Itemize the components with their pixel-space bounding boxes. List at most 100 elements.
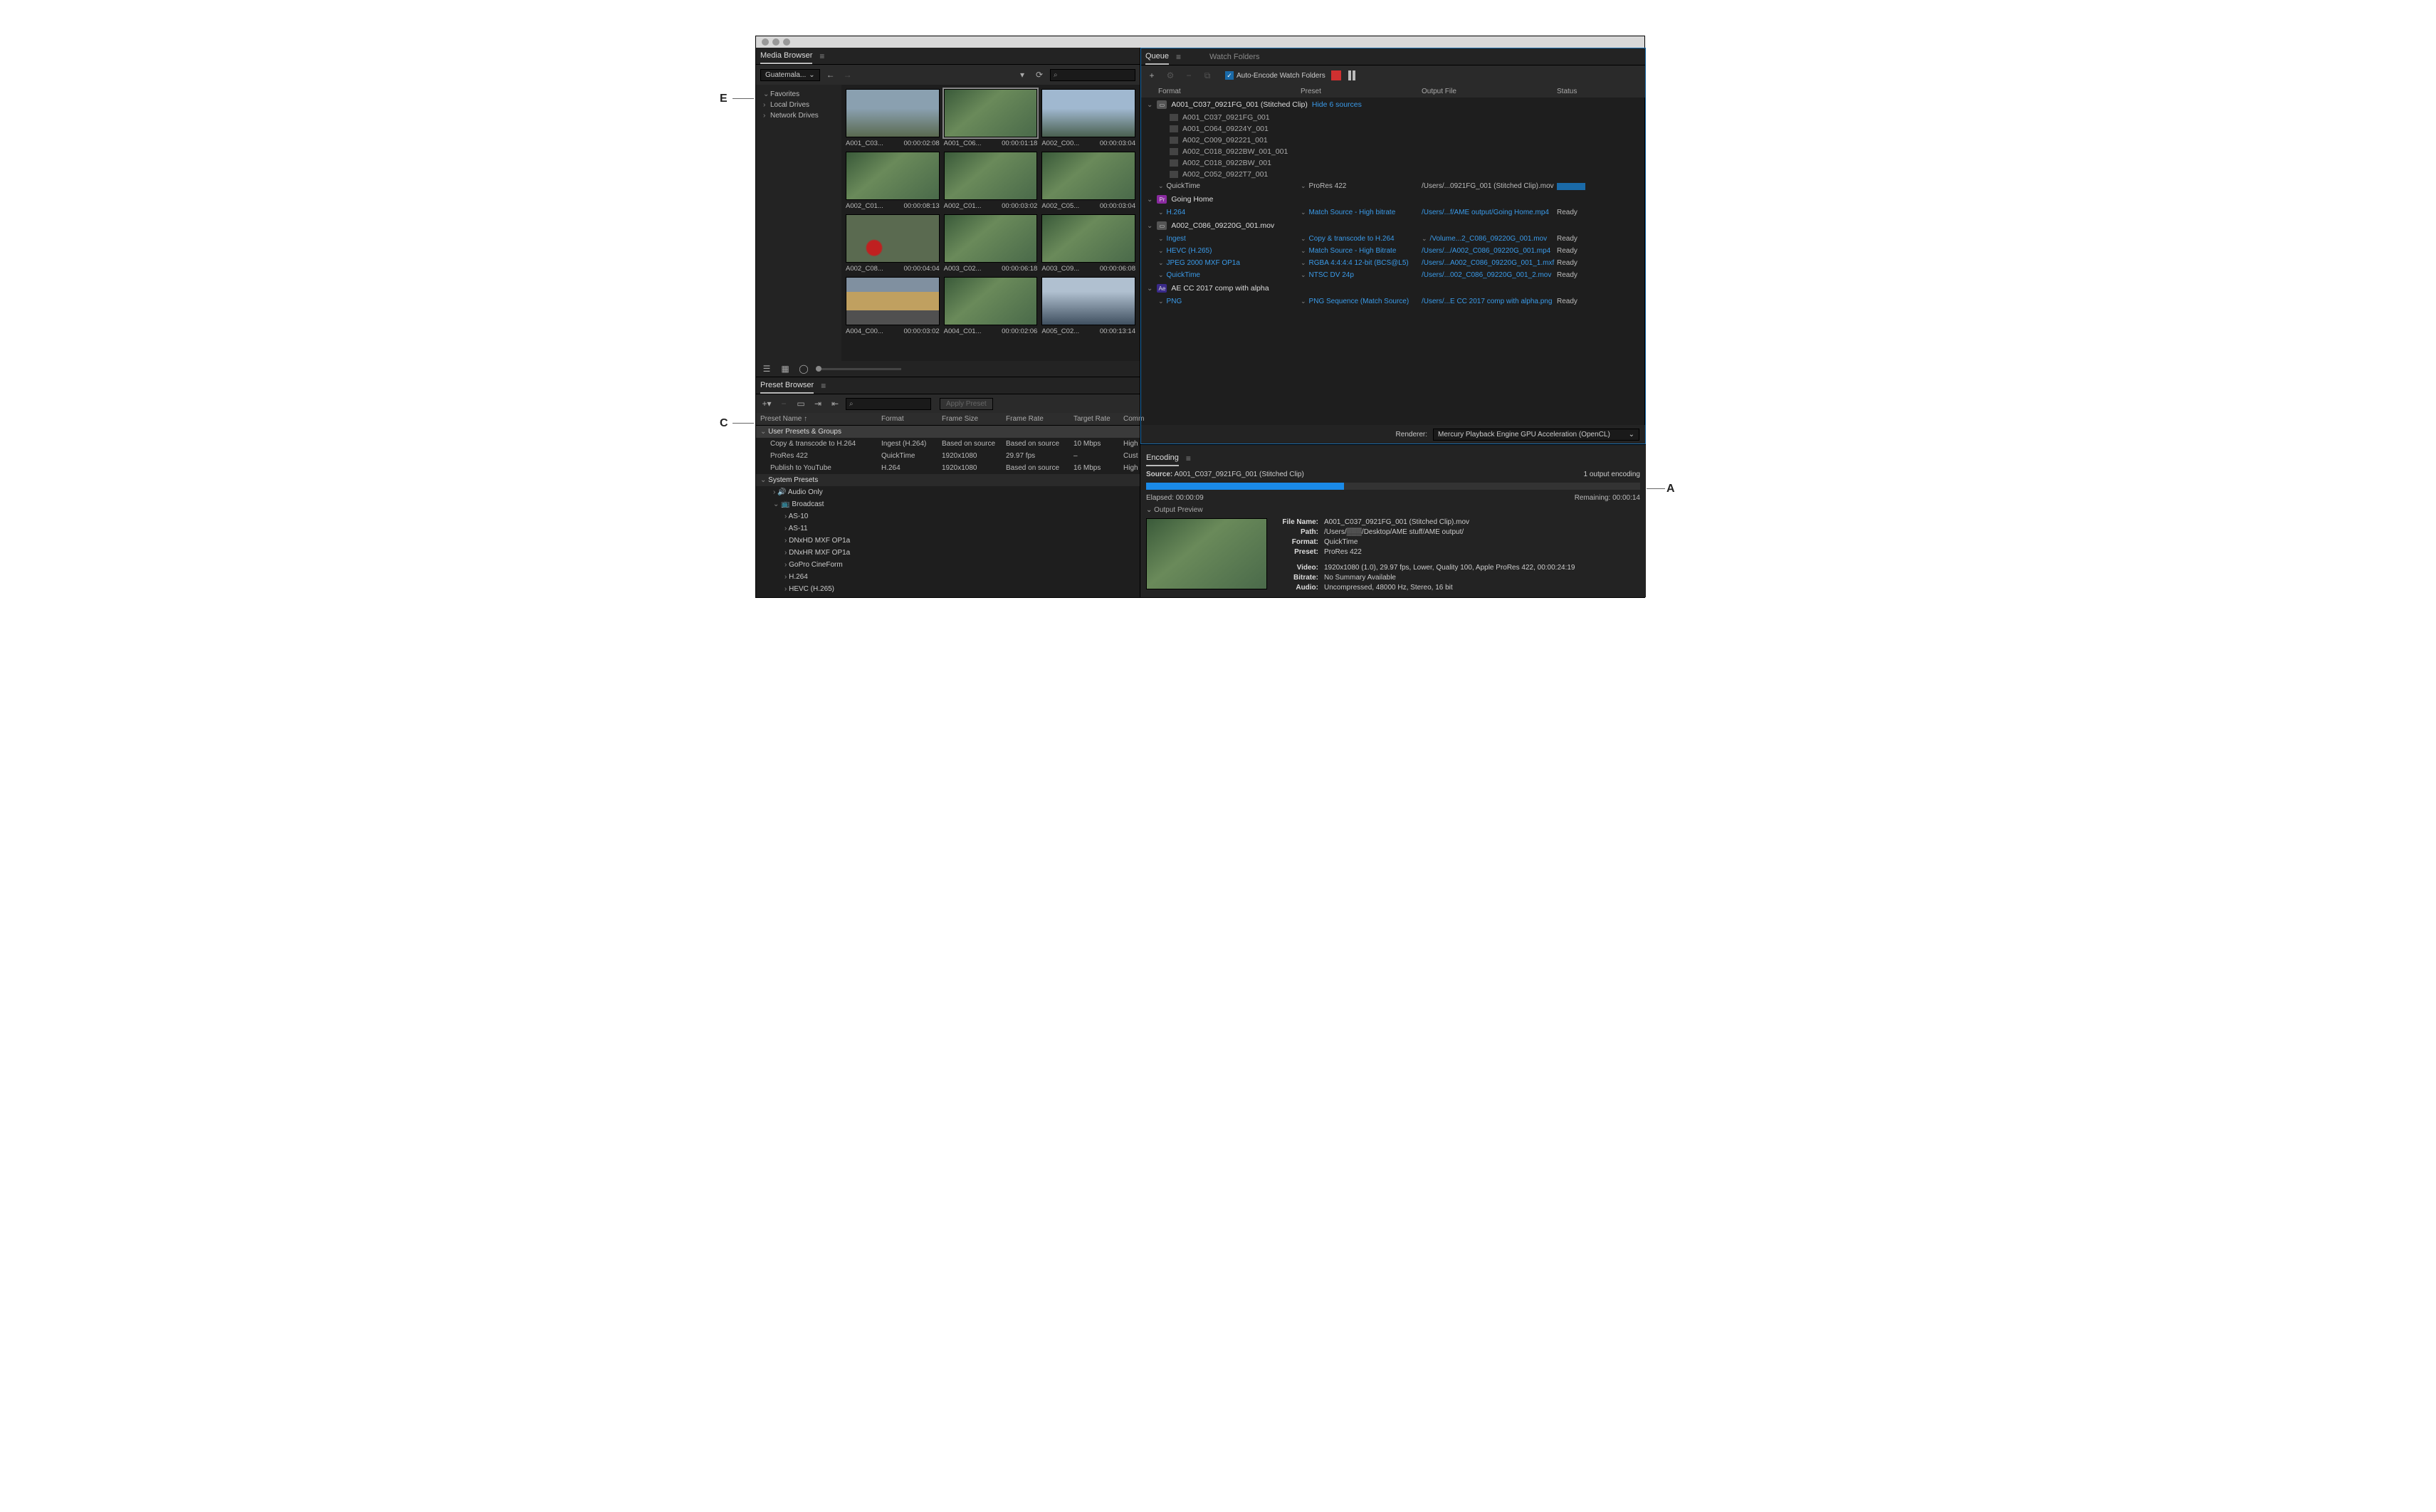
export-preset-icon[interactable]: ⇤ — [829, 397, 841, 410]
path-dropdown[interactable]: Guatemala...⌄ — [760, 69, 820, 81]
row-preset[interactable]: ⌄PNG Sequence (Match Source) — [1301, 298, 1422, 305]
row-format[interactable]: ⌄QuickTime — [1158, 182, 1301, 190]
nav-back-icon[interactable]: ← — [824, 68, 837, 81]
media-clip[interactable]: A001_C06...00:00:01:18 — [944, 89, 1038, 147]
row-preset[interactable]: ⌄NTSC DV 24p — [1301, 271, 1422, 279]
renderer-dropdown[interactable]: Mercury Playback Engine GPU Acceleration… — [1433, 429, 1639, 441]
tree-local-drives[interactable]: Local Drives — [759, 100, 839, 110]
media-clip[interactable]: A004_C01...00:00:02:06 — [944, 277, 1038, 335]
queue-row[interactable]: ⌄H.264 ⌄Match Source - High bitrate /Use… — [1141, 206, 1645, 219]
preset-category[interactable]: 📺 Broadcast — [756, 498, 1140, 510]
media-browser-tab[interactable]: Media Browser — [760, 48, 812, 64]
zoom-reset-icon[interactable]: ◯ — [797, 362, 810, 375]
media-clip[interactable]: A002_C01...00:00:08:13 — [846, 152, 940, 210]
row-output[interactable]: /Users/.../A002_C086_09220G_001.mp4 — [1422, 247, 1557, 255]
media-clip[interactable]: A001_C03...00:00:02:08 — [846, 89, 940, 147]
pause-queue-button[interactable] — [1347, 70, 1357, 80]
row-output[interactable]: /Users/...E CC 2017 comp with alpha.png — [1422, 298, 1557, 305]
minimize-icon[interactable] — [772, 38, 779, 46]
preset-browser-tab[interactable]: Preset Browser — [760, 378, 814, 394]
queue-group[interactable]: ⌄AeAE CC 2017 comp with alpha — [1141, 281, 1645, 295]
media-clip[interactable]: A004_C00...00:00:03:02 — [846, 277, 940, 335]
media-clip[interactable]: A002_C05...00:00:03:04 — [1041, 152, 1135, 210]
watch-folders-tab[interactable]: Watch Folders — [1209, 50, 1260, 64]
row-format[interactable]: ⌄HEVC (H.265) — [1158, 247, 1301, 255]
media-clip[interactable]: A002_C00...00:00:03:04 — [1041, 89, 1135, 147]
preset-row[interactable]: Publish to YouTubeH.2641920x1080Based on… — [756, 462, 1140, 474]
col-format[interactable]: Format — [881, 415, 942, 423]
row-format[interactable]: ⌄JPEG 2000 MXF OP1a — [1158, 259, 1301, 267]
row-output[interactable]: /Users/...0921FG_001 (Stitched Clip).mov — [1422, 182, 1557, 190]
preset-category[interactable]: 🔊 Audio Only — [756, 486, 1140, 498]
col-size[interactable]: Frame Size — [942, 415, 1006, 423]
row-format[interactable]: ⌄Ingest — [1158, 235, 1301, 243]
preset-subcategory[interactable]: GoPro CineForm — [756, 559, 1140, 571]
queue-row[interactable]: ⌄Ingest ⌄Copy & transcode to H.264 ⌄/Vol… — [1141, 233, 1645, 245]
filter-icon[interactable]: ▾ — [1016, 68, 1029, 81]
preset-subcategory[interactable]: AS-11 — [756, 523, 1140, 535]
encoding-tab[interactable]: Encoding — [1146, 451, 1179, 466]
new-preset-icon[interactable]: +▾ — [760, 397, 773, 410]
zoom-icon[interactable] — [783, 38, 790, 46]
col-name[interactable]: Preset Name ↑ — [760, 415, 881, 423]
preset-row[interactable]: ProRes 422QuickTime1920x108029.97 fps–Cu… — [756, 450, 1140, 462]
queue-row[interactable]: ⌄HEVC (H.265) ⌄Match Source - High Bitra… — [1141, 245, 1645, 257]
preset-subcategory[interactable]: DNxHR MXF OP1a — [756, 547, 1140, 559]
queue-row[interactable]: ⌄QuickTime ⌄ProRes 422 /Users/...0921FG_… — [1141, 180, 1645, 192]
queue-group[interactable]: ⌄▭A001_C037_0921FG_001 (Stitched Clip)Hi… — [1141, 98, 1645, 112]
row-format[interactable]: ⌄PNG — [1158, 298, 1301, 305]
preset-row[interactable]: Copy & transcode to H.264Ingest (H.264)B… — [756, 438, 1140, 450]
media-clip[interactable]: A002_C01...00:00:03:02 — [944, 152, 1038, 210]
row-output[interactable]: /Users/...f/AME output/Going Home.mp4 — [1422, 209, 1557, 216]
queue-row[interactable]: ⌄PNG ⌄PNG Sequence (Match Source) /Users… — [1141, 295, 1645, 308]
row-preset[interactable]: ⌄Match Source - High bitrate — [1301, 209, 1422, 216]
preset-group-system[interactable]: System Presets — [756, 474, 1140, 486]
media-clip[interactable]: A002_C08...00:00:04:04 — [846, 214, 940, 273]
media-clip[interactable]: A003_C02...00:00:06:18 — [944, 214, 1038, 273]
preset-search-input[interactable]: ⌕ — [846, 398, 931, 410]
row-preset[interactable]: ⌄Match Source - High Bitrate — [1301, 247, 1422, 255]
row-format[interactable]: ⌄H.264 — [1158, 209, 1301, 216]
thumbnail-size-slider[interactable] — [816, 368, 901, 370]
preset-subcategory[interactable]: AS-10 — [756, 510, 1140, 523]
list-view-icon[interactable]: ☰ — [760, 362, 773, 375]
panel-menu-icon[interactable]: ≡ — [821, 381, 826, 391]
preset-subcategory[interactable]: HEVC (H.265) — [756, 583, 1140, 595]
queue-group[interactable]: ⌄PrGoing Home — [1141, 192, 1645, 206]
col-rate[interactable]: Frame Rate — [1006, 415, 1073, 423]
add-source-icon[interactable]: + — [1145, 69, 1158, 82]
apply-preset-button[interactable]: Apply Preset — [940, 398, 993, 410]
row-output[interactable]: /Users/...002_C086_09220G_001_2.mov — [1422, 271, 1557, 279]
output-preview-toggle[interactable]: ⌄ Output Preview — [1146, 506, 1203, 514]
row-output[interactable]: /Users/...A002_C086_09220G_001_1.mxf — [1422, 259, 1557, 267]
import-preset-icon[interactable]: ⇥ — [812, 397, 824, 410]
tree-network-drives[interactable]: Network Drives — [759, 110, 839, 121]
search-input[interactable]: ⌕ — [1050, 69, 1135, 81]
preset-settings-icon[interactable]: ▭ — [794, 397, 807, 410]
panel-menu-icon[interactable]: ≡ — [819, 51, 824, 61]
media-clip[interactable]: A005_C02...00:00:13:14 — [1041, 277, 1135, 335]
row-preset[interactable]: ⌄Copy & transcode to H.264 — [1301, 235, 1422, 243]
preset-subcategory[interactable]: DNxHD MXF OP1a — [756, 535, 1140, 547]
queue-tab[interactable]: Queue — [1145, 49, 1169, 65]
queue-row[interactable]: ⌄QuickTime ⌄NTSC DV 24p /Users/...002_C0… — [1141, 269, 1645, 281]
row-preset[interactable]: ⌄RGBA 4:4:4:4 12-bit (BCS@L5) — [1301, 259, 1422, 267]
queue-group[interactable]: ⌄▭A002_C086_09220G_001.mov — [1141, 219, 1645, 233]
row-output[interactable]: ⌄/Volume...2_C086_09220G_001.mov — [1422, 235, 1557, 243]
queue-row[interactable]: ⌄JPEG 2000 MXF OP1a ⌄RGBA 4:4:4:4 12-bit… — [1141, 257, 1645, 269]
preset-group-user[interactable]: User Presets & Groups — [756, 426, 1140, 438]
thumb-view-icon[interactable]: ▦ — [779, 362, 792, 375]
panel-menu-icon[interactable]: ≡ — [1176, 52, 1181, 62]
auto-encode-checkbox[interactable]: ✓Auto-Encode Watch Folders — [1225, 71, 1325, 80]
hide-sources-link[interactable]: Hide 6 sources — [1312, 100, 1362, 109]
close-icon[interactable] — [762, 38, 769, 46]
panel-menu-icon[interactable]: ≡ — [1186, 453, 1191, 463]
stop-queue-button[interactable] — [1331, 70, 1341, 80]
media-clip[interactable]: A003_C09...00:00:06:08 — [1041, 214, 1135, 273]
ingest-icon[interactable]: ⟳ — [1033, 68, 1046, 81]
tree-favorites[interactable]: Favorites — [759, 89, 839, 100]
row-format[interactable]: ⌄QuickTime — [1158, 271, 1301, 279]
row-preset[interactable]: ⌄ProRes 422 — [1301, 182, 1422, 190]
col-target[interactable]: Target Rate — [1073, 415, 1123, 423]
preset-subcategory[interactable]: H.264 — [756, 571, 1140, 583]
